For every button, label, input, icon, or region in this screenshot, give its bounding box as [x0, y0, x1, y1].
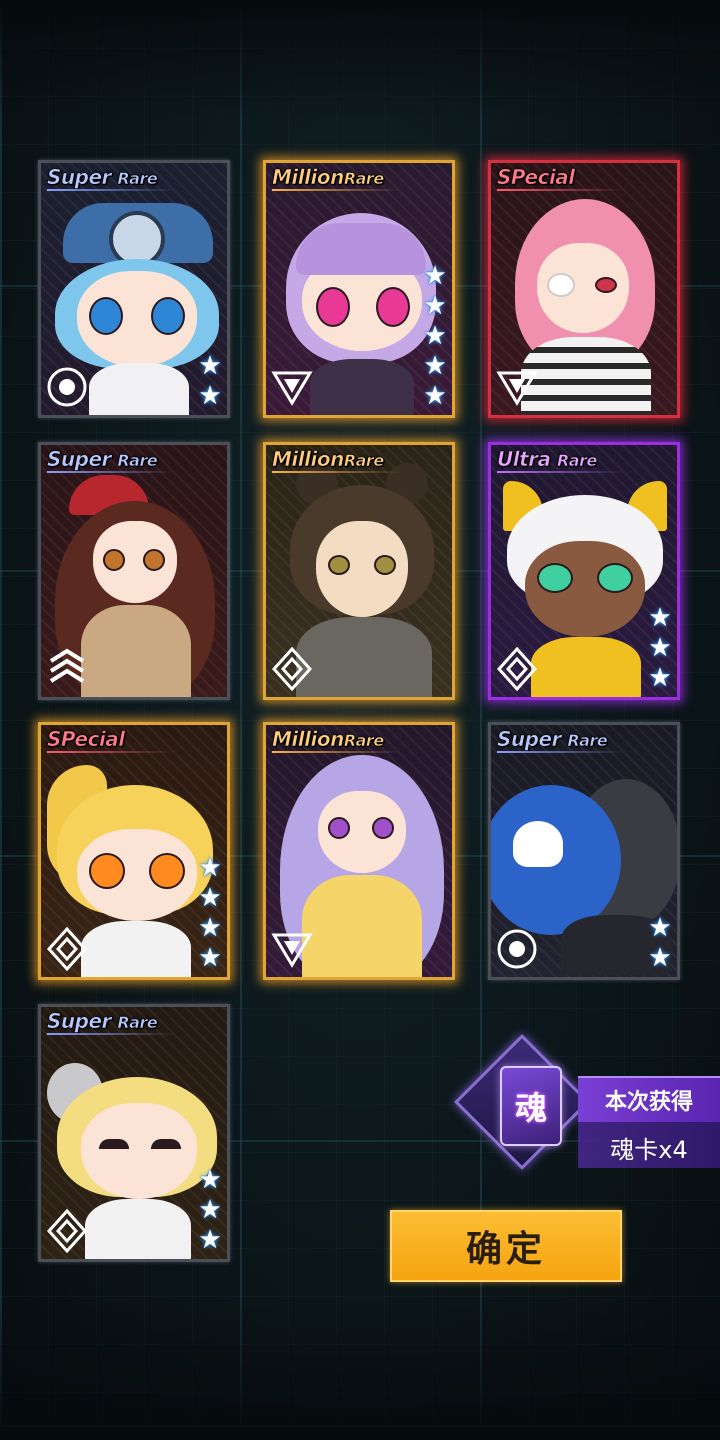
star-icon: ★ [198, 943, 222, 973]
top-vignette [0, 0, 720, 120]
soul-icon-char: 魂 [514, 1089, 547, 1127]
star-icon: ★ [198, 1165, 222, 1195]
soul-reward-title: 本次获得 [578, 1078, 720, 1122]
star-rating: ★ ★ ★ [197, 1167, 223, 1253]
soul-reward-count: 魂卡x4 [610, 1135, 688, 1164]
rarity-label: Super Rare [47, 447, 158, 472]
star-icon: ★ [198, 913, 222, 943]
star-icon: ★ [648, 663, 672, 693]
card-9[interactable]: Super Rare ★ ★ [488, 722, 680, 980]
rarity-underline [272, 189, 400, 191]
card-8[interactable]: MillionRare [263, 722, 455, 980]
star-icon: ★ [648, 943, 672, 973]
rarity-underline [497, 189, 625, 191]
rarity-label: Super Rare [497, 727, 608, 752]
card-6[interactable]: Ultra Rare ★ ★ ★ [488, 442, 680, 700]
star-icon: ★ [648, 913, 672, 943]
star-icon: ★ [423, 261, 447, 291]
card-1[interactable]: Super Rare ★ ★ [38, 160, 230, 418]
rarity-underline [47, 1033, 175, 1035]
card-3[interactable]: SPecial [488, 160, 680, 418]
diamond-crest-icon [46, 1209, 88, 1253]
star-icon: ★ [423, 381, 447, 411]
card-10[interactable]: Super Rare ★ ★ ★ [38, 1004, 230, 1262]
rarity-label: MillionRare [272, 727, 385, 752]
card-4[interactable]: Super Rare [38, 442, 230, 700]
triangle-crest-icon [496, 371, 538, 406]
rarity-label: MillionRare [272, 447, 385, 472]
triangle-crest-icon [271, 371, 313, 406]
card-2[interactable]: MillionRare ★ ★ ★ ★ ★ [263, 160, 455, 418]
rarity-underline [272, 471, 400, 473]
star-icon: ★ [648, 603, 672, 633]
rarity-underline [47, 189, 175, 191]
rarity-label: Ultra Rare [497, 447, 598, 472]
rarity-label: SPecial [497, 165, 576, 190]
rarity-underline [47, 471, 175, 473]
rarity-underline [272, 751, 400, 753]
card-7[interactable]: SPecial ★ ★ ★ ★ [38, 722, 230, 980]
circle-crest-icon [47, 367, 87, 407]
star-icon: ★ [423, 291, 447, 321]
rarity-label: SPecial [47, 727, 126, 752]
star-icon: ★ [648, 633, 672, 663]
triangle-crest-icon [271, 933, 313, 968]
rarity-label: MillionRare [272, 165, 385, 190]
soul-card-icon: 魂 [500, 1066, 562, 1146]
diamond-crest-icon [271, 647, 313, 691]
diamond-crest-icon [46, 927, 88, 971]
star-icon: ★ [198, 381, 222, 411]
soul-card-reward: 本次获得 魂卡x4 魂 [454, 1034, 720, 1174]
rarity-underline [497, 751, 625, 753]
confirm-button[interactable]: 确定 [390, 1210, 622, 1282]
bottom-vignette [0, 1300, 720, 1440]
rarity-label: Super Rare [47, 1009, 158, 1034]
circle-crest-icon [497, 929, 537, 969]
star-rating: ★ ★ [647, 915, 673, 971]
star-icon: ★ [198, 1195, 222, 1225]
rarity-label: Super Rare [47, 165, 158, 190]
star-icon: ★ [198, 883, 222, 913]
star-rating: ★ ★ [197, 353, 223, 409]
arrow-crest-icon [49, 648, 85, 683]
star-icon: ★ [423, 351, 447, 381]
star-rating: ★ ★ ★ ★ ★ [422, 263, 448, 409]
star-rating: ★ ★ ★ [647, 605, 673, 691]
star-rating: ★ ★ ★ ★ [197, 855, 223, 971]
star-icon: ★ [198, 351, 222, 381]
rarity-underline [497, 471, 625, 473]
diamond-crest-icon [496, 647, 538, 691]
soul-reward-panel: 本次获得 魂卡x4 [578, 1076, 720, 1168]
star-icon: ★ [198, 853, 222, 883]
star-icon: ★ [198, 1225, 222, 1255]
card-5[interactable]: MillionRare [263, 442, 455, 700]
star-icon: ★ [423, 321, 447, 351]
rarity-underline [47, 751, 175, 753]
